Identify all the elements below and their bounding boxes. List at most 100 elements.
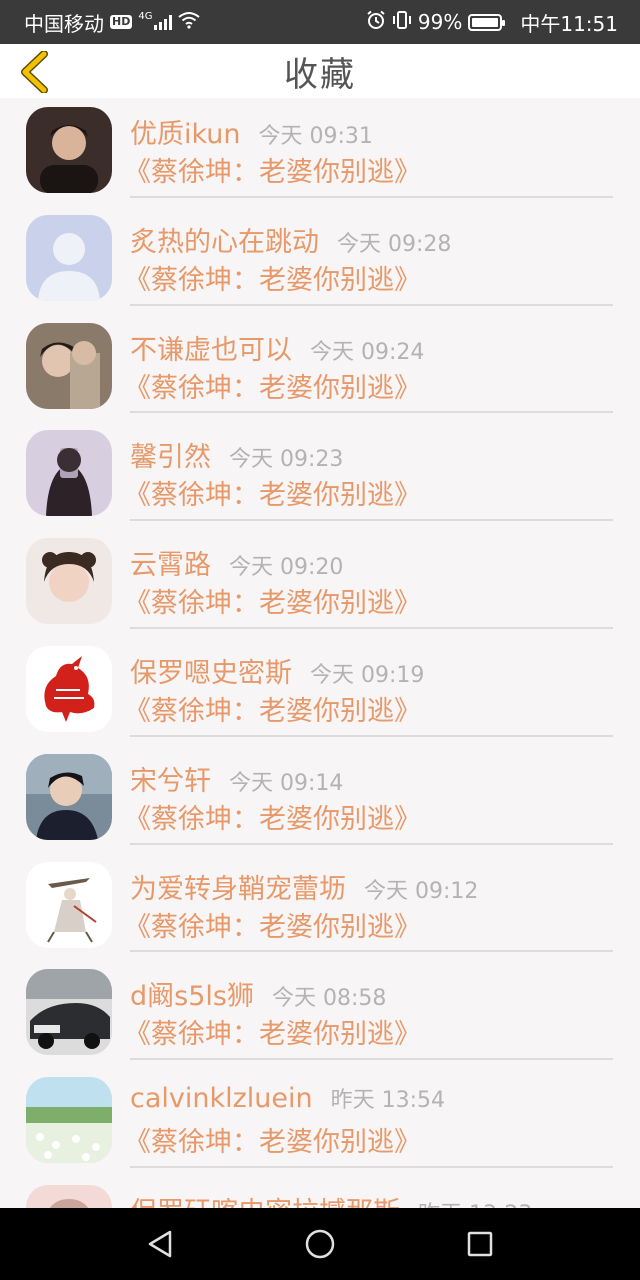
page-title: 收藏 (284, 54, 356, 95)
timestamp: 昨天 13:54 (330, 1088, 446, 1114)
avatar-image (26, 322, 112, 409)
back-triangle-icon (148, 1230, 172, 1258)
favorite-meta: 馨引然 今天 09:23 (130, 435, 613, 473)
favorite-item[interactable]: 保罗矸喀史密拉撼那斯昨天 13:23《蔡徐坤：老婆你别逃》 (0, 1176, 640, 1208)
wifi-icon (178, 10, 201, 34)
favorite-item[interactable]: 不谦虚也可以 今天 09:24 《蔡徐坤：老婆你别逃》 (0, 314, 640, 422)
avatar[interactable] (26, 107, 112, 193)
favorite-item[interactable]: 炙热的心在跳动 今天 09:28 《蔡徐坤：老婆你别逃》 (0, 206, 640, 314)
favorite-text: 云霄路 今天 09:20 《蔡徐坤：老婆你别逃》 (124, 543, 613, 629)
favorites-list[interactable]: 优质ikun 今天 09:31 《蔡徐坤：老婆你别逃》 炙热的心在跳动 今天 09:28… (0, 98, 640, 1208)
favorite-meta: 保罗矸喀史密拉撼那斯 昨天 13:23 (130, 1190, 613, 1208)
avatar[interactable] (26, 430, 112, 517)
username[interactable]: 炙热的心在跳动 (130, 220, 319, 259)
username[interactable]: calvinklzluein (130, 1083, 313, 1114)
favorite-meta: 宋兮轩 今天 09:14 (130, 759, 613, 797)
avatar[interactable] (26, 214, 112, 301)
username[interactable]: 为爱转身鞘宠蕾坜 (130, 867, 346, 906)
hd-icon: HD (110, 15, 133, 29)
username[interactable]: 优质ikun (130, 112, 241, 151)
favorite-title[interactable]: 《蔡徐坤：老婆你别逃》 (124, 581, 613, 620)
username[interactable]: 云霄路 (130, 543, 211, 582)
favorite-text: 宋兮轩 今天 09:14 《蔡徐坤：老婆你别逃》 (124, 759, 613, 845)
favorite-item[interactable]: 保罗嗯史密斯 今天 09:19 《蔡徐坤：老婆你别逃》 (0, 637, 640, 745)
avatar-image (26, 538, 112, 625)
avatar-image (26, 1184, 112, 1208)
carrier-name: 中国移动 (24, 11, 104, 36)
favorite-text: 优质ikun 今天 09:31 《蔡徐坤：老婆你别逃》 (124, 112, 613, 198)
nav-back-button[interactable] (130, 1214, 190, 1274)
favorite-item[interactable]: 宋兮轩 今天 09:14 《蔡徐坤：老婆你别逃》 (0, 745, 640, 853)
avatar[interactable] (26, 1184, 112, 1208)
timestamp: 今天 09:31 (258, 124, 373, 149)
favorite-meta: 为爱转身鞘宠蕾坜 今天 09:12 (130, 867, 613, 905)
signal-icon (154, 14, 173, 30)
favorite-title[interactable]: 《蔡徐坤：老婆你别逃》 (124, 1120, 613, 1159)
username[interactable]: 馨引然 (130, 435, 211, 474)
home-circle-icon (305, 1229, 335, 1259)
nav-recents-button[interactable] (450, 1214, 510, 1274)
username[interactable]: 不谦虚也可以 (130, 328, 292, 367)
favorite-meta: d阚s5ls狮 今天 08:58 (130, 974, 613, 1012)
avatar[interactable] (26, 861, 112, 948)
avatar-image (26, 753, 112, 840)
timestamp: 今天 09:19 (310, 662, 425, 688)
favorite-item[interactable]: 馨引然 今天 09:23 《蔡徐坤：老婆你别逃》 (0, 421, 640, 529)
favorite-title[interactable]: 《蔡徐坤：老婆你别逃》 (124, 1012, 613, 1051)
favorite-text: 炙热的心在跳动 今天 09:28 《蔡徐坤：老婆你别逃》 (124, 220, 613, 306)
battery-percent: 99% (417, 10, 463, 34)
status-bar: 中国移动 HD 4G 99% 中午11:51 (0, 0, 640, 44)
nav-home-button[interactable] (290, 1214, 350, 1274)
favorite-item[interactable]: 为爱转身鞘宠蕾坜 今天 09:12 《蔡徐坤：老婆你别逃》 (0, 853, 640, 961)
favorite-meta: 不谦虚也可以 今天 09:24 (130, 328, 613, 366)
favorite-title[interactable]: 《蔡徐坤：老婆你别逃》 (124, 258, 613, 297)
favorite-title[interactable]: 《蔡徐坤：老婆你别逃》 (124, 689, 613, 728)
avatar[interactable] (26, 645, 112, 732)
avatar-image (26, 107, 112, 193)
username[interactable]: 保罗矸喀史密拉撼那斯 (130, 1190, 400, 1208)
favorite-item[interactable]: calvinklzluein 昨天 13:54 《蔡徐坤：老婆你别逃》 (0, 1068, 640, 1176)
chevron-left-icon (21, 51, 48, 93)
favorite-item[interactable]: 云霄路 今天 09:20 《蔡徐坤：老婆你别逃》 (0, 529, 640, 637)
favorite-title[interactable]: 《蔡徐坤：老婆你别逃》 (124, 150, 613, 189)
favorite-text: 保罗嗯史密斯 今天 09:19 《蔡徐坤：老婆你别逃》 (124, 651, 613, 737)
avatar[interactable] (26, 1077, 112, 1164)
favorite-title[interactable]: 《蔡徐坤：老婆你别逃》 (124, 473, 613, 512)
favorite-item[interactable]: 优质ikun 今天 09:31 《蔡徐坤：老婆你别逃》 (0, 98, 640, 206)
avatar-image (26, 214, 112, 301)
favorite-meta: 炙热的心在跳动 今天 09:28 (130, 220, 613, 258)
favorite-title[interactable]: 《蔡徐坤：老婆你别逃》 (124, 797, 613, 836)
timestamp: 今天 09:24 (310, 339, 425, 365)
battery-icon (468, 13, 506, 31)
favorite-item[interactable]: d阚s5ls狮 今天 08:58 《蔡徐坤：老婆你别逃》 (0, 960, 640, 1068)
back-button[interactable] (14, 50, 54, 94)
favorite-title[interactable]: 《蔡徐坤：老婆你别逃》 (124, 366, 613, 405)
avatar-image (26, 645, 112, 732)
avatar-image (26, 1077, 112, 1164)
alarm-icon (366, 10, 386, 35)
network-type: 4G (138, 10, 153, 22)
favorite-meta: calvinklzluein 昨天 13:54 (130, 1082, 613, 1120)
avatar[interactable] (26, 753, 112, 840)
avatar[interactable] (26, 322, 112, 409)
username[interactable]: d阚s5ls狮 (130, 974, 254, 1013)
status-left: 中国移动 HD 4G (24, 8, 201, 37)
favorite-title[interactable]: 《蔡徐坤：老婆你别逃》 (124, 905, 613, 944)
system-nav-bar (0, 1208, 640, 1280)
username[interactable]: 宋兮轩 (130, 759, 211, 798)
timestamp: 今天 09:12 (364, 878, 479, 904)
timestamp: 今天 09:28 (337, 231, 452, 257)
favorite-text: 馨引然 今天 09:23 《蔡徐坤：老婆你别逃》 (124, 435, 613, 522)
timestamp: 今天 09:20 (229, 555, 344, 581)
favorite-meta: 云霄路 今天 09:20 (130, 543, 613, 581)
avatar[interactable] (26, 538, 112, 625)
avatar-image (26, 861, 112, 948)
timestamp: 今天 08:58 (271, 986, 387, 1012)
timestamp: 今天 09:23 (229, 447, 344, 473)
avatar[interactable] (26, 969, 112, 1056)
clock-time: 中午11:51 (520, 11, 618, 36)
timestamp: 昨天 13:23 (418, 1196, 532, 1208)
recents-square-icon (467, 1231, 493, 1257)
username[interactable]: 保罗嗯史密斯 (130, 651, 292, 690)
favorite-text: calvinklzluein 昨天 13:54 《蔡徐坤：老婆你别逃》 (124, 1082, 613, 1168)
